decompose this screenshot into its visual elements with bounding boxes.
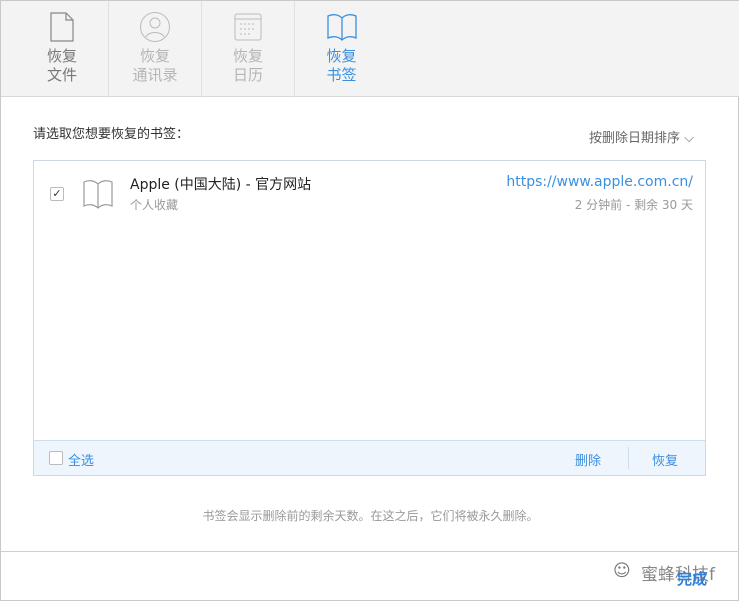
select-all-button[interactable]: 全选 xyxy=(68,450,94,469)
wechat-icon: ☺ xyxy=(613,561,631,581)
bookmark-folder: 个人收藏 xyxy=(130,198,179,212)
item-checkbox[interactable]: ✓ xyxy=(50,187,64,201)
select-all-checkbox[interactable] xyxy=(49,451,63,465)
bookmarks-icon xyxy=(326,14,357,41)
tab-label: 恢复 xyxy=(46,47,77,65)
sort-label: 按删除日期排序 xyxy=(588,131,680,146)
tab-label: 文件 xyxy=(46,66,77,84)
file-icon xyxy=(50,12,74,42)
tab-label: 恢复 xyxy=(139,47,170,65)
tab-label: 恢复 xyxy=(326,47,357,65)
bookmark-url[interactable]: https://www.apple.com.cn/ xyxy=(506,174,693,190)
restore-button[interactable]: 恢复 xyxy=(652,450,678,469)
tab-label: 恢复 xyxy=(232,47,263,65)
tab-files[interactable]: 恢复 文件 xyxy=(16,1,109,97)
contacts-icon xyxy=(140,12,170,42)
divider xyxy=(628,447,629,469)
tab-label: 书签 xyxy=(326,66,357,84)
tab-label: 通讯录 xyxy=(132,66,178,84)
calendar-icon xyxy=(234,13,262,41)
bookmark-icon xyxy=(83,180,113,209)
bookmark-list: ✓ Apple (中国大陆) - 官方网站 个人收藏 https://www.a… xyxy=(33,160,706,476)
tab-bookmarks[interactable]: 恢复 书签 xyxy=(295,1,388,97)
prompt-text: 请选取您想要恢复的书签： xyxy=(33,127,190,142)
tab-contacts[interactable]: 恢复 通讯录 xyxy=(109,1,202,97)
tab-label: 日历 xyxy=(232,66,263,84)
chevron-down-icon: ⌵ xyxy=(684,131,694,146)
info-note: 书签会显示删除前的剩余天数。在这之后，它们将被永久删除。 xyxy=(202,509,539,523)
sort-dropdown[interactable]: 按删除日期排序 ⌵ xyxy=(589,127,694,146)
tab-calendar[interactable]: 恢复 日历 xyxy=(202,1,295,97)
divider xyxy=(1,551,739,552)
delete-button[interactable]: 删除 xyxy=(575,450,601,469)
category-toolbar: 恢复 文件 恢复 通讯录 恢复 日历 恢复 书签 xyxy=(1,1,739,97)
list-footer: 全选 删除 恢复 xyxy=(34,440,705,475)
list-item[interactable]: ✓ Apple (中国大陆) - 官方网站 个人收藏 https://www.a… xyxy=(34,161,705,221)
bookmark-age: 2 分钟前 - 剩余 30 天 xyxy=(574,198,693,212)
done-button[interactable]: 完成 xyxy=(677,568,707,589)
bookmark-title: Apple (中国大陆) - 官方网站 xyxy=(130,177,312,193)
